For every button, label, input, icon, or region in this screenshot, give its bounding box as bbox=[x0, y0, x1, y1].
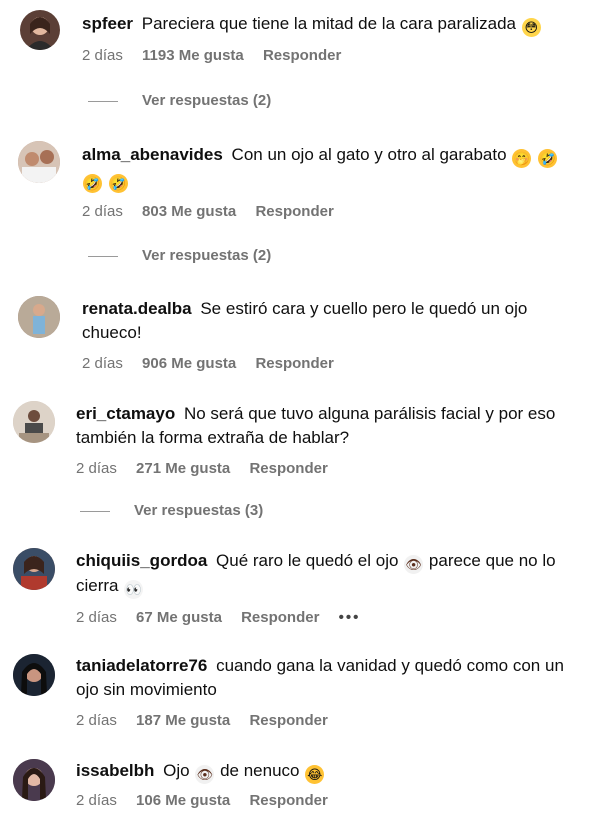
username-link[interactable]: spfeer bbox=[82, 14, 133, 33]
timestamp: 2 días bbox=[82, 203, 123, 220]
eye-emoji: 👁 bbox=[195, 765, 215, 784]
replies-divider bbox=[88, 100, 118, 102]
username-link[interactable]: taniadelatorre76 bbox=[76, 656, 207, 675]
like-count[interactable]: 271 Me gusta bbox=[136, 460, 230, 477]
comment-content: Pareciera que tiene la mitad de la cara … bbox=[141, 14, 516, 33]
comment-text: issabelbh Ojo 👁 de nenuco 😂 bbox=[76, 759, 580, 784]
avatar-image bbox=[13, 654, 55, 696]
avatar-image bbox=[18, 141, 60, 183]
comment-meta: 2 días 803 Me gusta Responder bbox=[82, 201, 580, 223]
avatar[interactable] bbox=[18, 141, 60, 183]
comment-body: alma_abenavides Con un ojo al gato y otr… bbox=[82, 143, 580, 223]
avatar-image bbox=[13, 759, 55, 801]
avatar[interactable] bbox=[13, 759, 55, 801]
reply-button[interactable]: Responder bbox=[255, 355, 333, 372]
comment-text: spfeer Pareciera que tiene la mitad de l… bbox=[82, 12, 580, 37]
comment-body: issabelbh Ojo 👁 de nenuco 😂 2 días 106 M… bbox=[76, 759, 580, 812]
eyes-emoji: 👀 bbox=[124, 580, 144, 599]
comment-content: Con un ojo al gato y otro al garabato bbox=[231, 145, 507, 164]
username-link[interactable]: chiquiis_gordoa bbox=[76, 551, 207, 570]
replies-divider bbox=[88, 255, 118, 257]
comment-body: renata.dealba Se estiró cara y cuello pe… bbox=[82, 297, 580, 375]
comment-content-cont: de nenuco bbox=[220, 761, 300, 780]
reply-button[interactable]: Responder bbox=[255, 203, 333, 220]
avatar-image bbox=[13, 401, 55, 443]
reply-button[interactable]: Responder bbox=[241, 609, 319, 626]
reply-button[interactable]: Responder bbox=[249, 460, 327, 477]
comment-meta: 2 días 271 Me gusta Responder bbox=[76, 458, 580, 480]
view-replies-button[interactable]: Ver respuestas (2) bbox=[88, 92, 271, 109]
reply-button[interactable]: Responder bbox=[249, 792, 327, 809]
reply-button[interactable]: Responder bbox=[263, 47, 341, 64]
view-replies-button[interactable]: Ver respuestas (2) bbox=[88, 247, 271, 264]
comment-body: chiquiis_gordoa Qué raro le quedó el ojo… bbox=[76, 549, 580, 629]
eye-emoji: 👁 bbox=[404, 555, 424, 574]
comment-text: eri_ctamayo No será que tuvo alguna pará… bbox=[76, 402, 580, 450]
view-replies-button[interactable]: Ver respuestas (3) bbox=[80, 502, 263, 519]
like-count[interactable]: 67 Me gusta bbox=[136, 609, 222, 626]
like-count[interactable]: 803 Me gusta bbox=[142, 203, 236, 220]
rofl-emoji: 🤣 bbox=[83, 174, 102, 193]
joy-emoji: 😂 bbox=[305, 765, 325, 784]
avatar-image bbox=[13, 548, 55, 590]
flushed-face-emoji: 😳 bbox=[521, 18, 541, 37]
view-replies-label: Ver respuestas (2) bbox=[142, 92, 272, 109]
avatar-image bbox=[26, 17, 54, 50]
reply-button[interactable]: Responder bbox=[249, 712, 327, 729]
comment-text: chiquiis_gordoa Qué raro le quedó el ojo… bbox=[76, 549, 580, 599]
comment-meta: 2 días 106 Me gusta Responder bbox=[76, 790, 580, 812]
comment-meta: 2 días 906 Me gusta Responder bbox=[82, 353, 580, 375]
comment-body: eri_ctamayo No será que tuvo alguna pará… bbox=[76, 402, 580, 480]
comment-meta: 2 días 1193 Me gusta Responder bbox=[82, 45, 580, 67]
like-count[interactable]: 1193 Me gusta bbox=[142, 47, 244, 64]
username-link[interactable]: eri_ctamayo bbox=[76, 404, 175, 423]
timestamp: 2 días bbox=[76, 460, 117, 477]
view-replies-label: Ver respuestas (2) bbox=[142, 247, 272, 264]
timestamp: 2 días bbox=[76, 792, 117, 809]
comment-body: taniadelatorre76 cuando gana la vanidad … bbox=[76, 654, 580, 732]
hand-over-mouth-emoji: 🤭 bbox=[512, 149, 532, 168]
avatar[interactable] bbox=[20, 10, 60, 50]
username-link[interactable]: renata.dealba bbox=[82, 299, 192, 318]
like-count[interactable]: 106 Me gusta bbox=[136, 792, 230, 809]
comment-text: taniadelatorre76 cuando gana la vanidad … bbox=[76, 654, 580, 702]
comment-body: spfeer Pareciera que tiene la mitad de l… bbox=[82, 12, 580, 67]
like-count[interactable]: 187 Me gusta bbox=[136, 712, 230, 729]
avatar[interactable] bbox=[18, 296, 60, 338]
username-link[interactable]: alma_abenavides bbox=[82, 145, 223, 164]
rofl-emoji: 🤣 bbox=[538, 149, 558, 168]
avatar[interactable] bbox=[13, 654, 55, 696]
comment-content: Ojo bbox=[163, 761, 190, 780]
rofl-emoji: 🤣 bbox=[108, 174, 128, 193]
comment-meta: 2 días 67 Me gusta Responder ••• bbox=[76, 607, 580, 629]
view-replies-label: Ver respuestas (3) bbox=[134, 502, 264, 519]
avatar[interactable] bbox=[13, 401, 55, 443]
comment-meta: 2 días 187 Me gusta Responder bbox=[76, 710, 580, 732]
comment-text: alma_abenavides Con un ojo al gato y otr… bbox=[82, 143, 580, 193]
avatar-image bbox=[18, 296, 60, 338]
avatar[interactable] bbox=[13, 548, 55, 590]
like-count[interactable]: 906 Me gusta bbox=[142, 355, 236, 372]
more-options-icon[interactable]: ••• bbox=[339, 609, 361, 626]
username-link[interactable]: issabelbh bbox=[76, 761, 154, 780]
comment-content: Qué raro le quedó el ojo bbox=[216, 551, 399, 570]
comment-text: renata.dealba Se estiró cara y cuello pe… bbox=[82, 297, 580, 345]
timestamp: 2 días bbox=[76, 712, 117, 729]
timestamp: 2 días bbox=[76, 609, 117, 626]
timestamp: 2 días bbox=[82, 355, 123, 372]
timestamp: 2 días bbox=[82, 47, 123, 64]
replies-divider bbox=[80, 510, 110, 512]
